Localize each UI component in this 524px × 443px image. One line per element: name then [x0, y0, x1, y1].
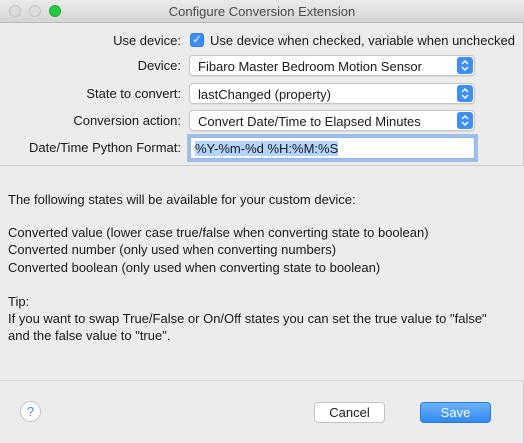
- device-label: Device:: [137, 58, 181, 73]
- cancel-button[interactable]: Cancel: [314, 402, 385, 423]
- use-device-checkbox-label[interactable]: Use device when checked, variable when u…: [210, 33, 515, 48]
- info-line-value: Converted value (lower case true/false w…: [8, 225, 429, 240]
- format-input[interactable]: %Y-%m-%d %H:%M:%S: [190, 137, 475, 159]
- tip-line-2: and the false value to "true".: [8, 328, 171, 343]
- save-button[interactable]: Save: [420, 402, 491, 423]
- action-select[interactable]: Convert Date/Time to Elapsed Minutes: [189, 110, 475, 131]
- device-select[interactable]: Fibaro Master Bedroom Motion Sensor: [189, 55, 475, 76]
- info-line-boolean: Converted boolean (only used when conver…: [8, 260, 381, 275]
- state-label: State to convert:: [86, 86, 181, 101]
- state-select[interactable]: lastChanged (property): [189, 83, 475, 104]
- use-device-label: Use device:: [113, 33, 181, 48]
- chevron-up-down-icon: [457, 112, 473, 129]
- info-panel: The following states will be available f…: [0, 166, 524, 380]
- action-label: Conversion action:: [73, 113, 181, 128]
- info-intro: The following states will be available f…: [8, 192, 356, 207]
- tip-heading: Tip:: [8, 294, 30, 309]
- format-input-value: %Y-%m-%d %H:%M:%S: [195, 141, 339, 156]
- chevron-up-down-icon: [457, 57, 473, 74]
- help-button[interactable]: ?: [20, 401, 41, 422]
- chevron-up-down-icon: [457, 85, 473, 102]
- device-row: Device: Fibaro Master Bedroom Motion Sen…: [0, 55, 524, 77]
- info-line-number: Converted number (only used when convert…: [8, 242, 337, 257]
- device-select-value: Fibaro Master Bedroom Motion Sensor: [198, 59, 422, 74]
- config-form: Use device: ✓ Use device when checked, v…: [0, 23, 524, 165]
- state-row: State to convert: lastChanged (property): [0, 83, 524, 105]
- window-title: Configure Conversion Extension: [168, 4, 356, 19]
- use-device-row: Use device: ✓ Use device when checked, v…: [0, 30, 524, 52]
- footer-divider: [0, 380, 524, 381]
- format-label: Date/Time Python Format:: [29, 140, 181, 155]
- use-device-checkbox[interactable]: ✓: [190, 33, 204, 47]
- action-select-value: Convert Date/Time to Elapsed Minutes: [198, 114, 421, 129]
- checkmark-icon: ✓: [192, 34, 202, 46]
- title-bar: Configure Conversion Extension: [0, 0, 524, 23]
- action-row: Conversion action: Convert Date/Time to …: [0, 110, 524, 132]
- tip-line-1: If you want to swap True/False or On/Off…: [8, 311, 487, 326]
- format-row: Date/Time Python Format: %Y-%m-%d %H:%M:…: [0, 137, 524, 159]
- dialog-window: Configure Conversion Extension Use devic…: [0, 0, 524, 443]
- question-mark-icon: ?: [26, 404, 35, 419]
- state-select-value: lastChanged (property): [198, 87, 331, 102]
